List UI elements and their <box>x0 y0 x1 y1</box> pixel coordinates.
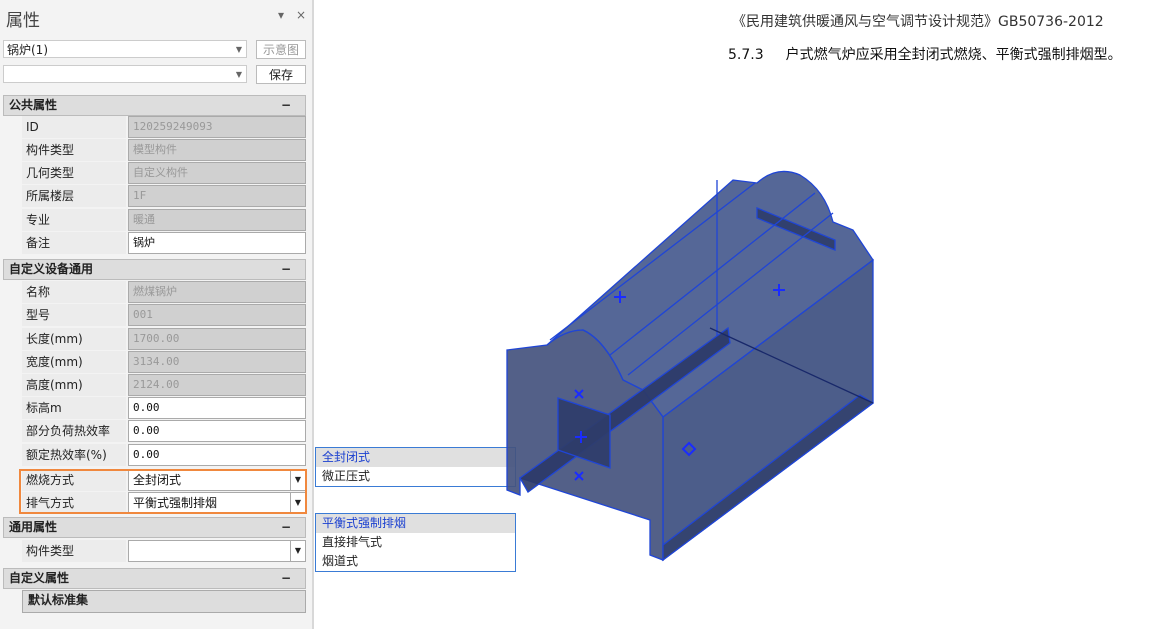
boiler-3d-model[interactable] <box>0 0 1157 629</box>
